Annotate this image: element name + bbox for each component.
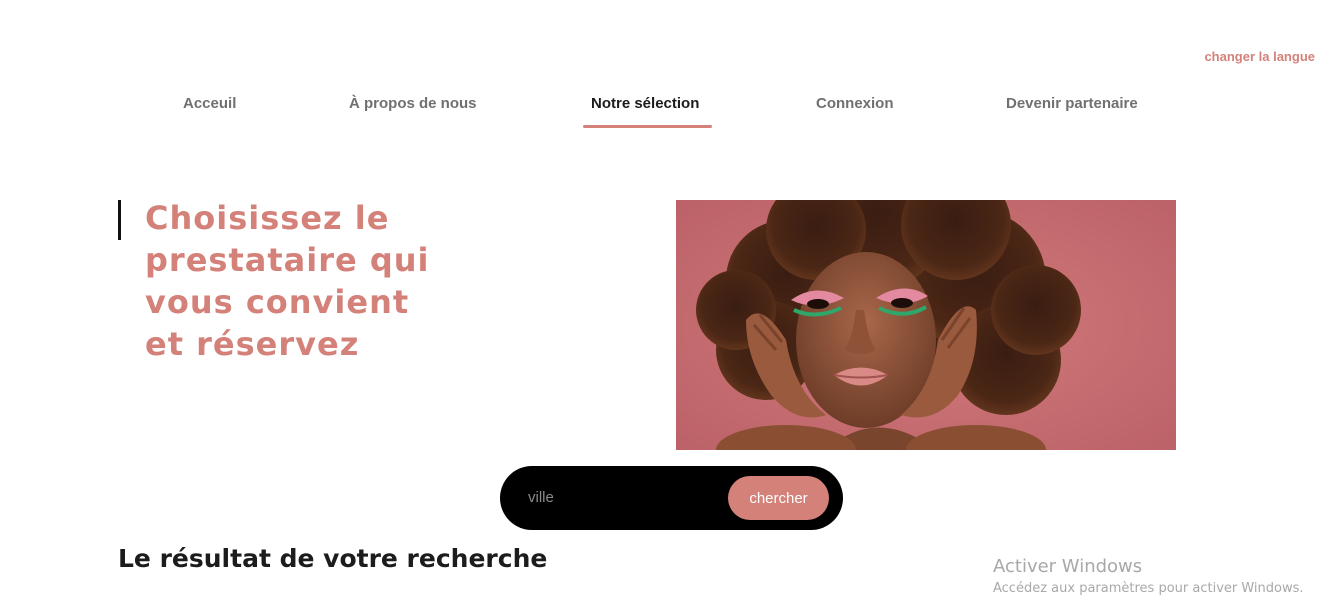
hero-accent-bar — [118, 200, 121, 240]
nav-item-selection[interactable]: Notre sélection — [591, 94, 699, 114]
nav-item-login[interactable]: Connexion — [816, 94, 894, 114]
hero-photo-illustration — [676, 200, 1176, 450]
nav-item-become-partner[interactable]: Devenir partenaire — [1006, 94, 1138, 114]
windows-activation-subtitle: Accédez aux paramètres pour activer Wind… — [993, 581, 1304, 596]
hero-photo — [676, 200, 1176, 450]
change-language-link[interactable]: changer la langue — [1204, 49, 1315, 64]
active-tab-indicator — [583, 125, 712, 128]
main-nav: Acceuil À propos de nous Notre sélection… — [0, 94, 1334, 130]
nav-item-about[interactable]: À propos de nous — [349, 94, 477, 114]
page: changer la langue Acceuil À propos de no… — [0, 0, 1334, 606]
city-search-input[interactable] — [522, 482, 724, 512]
hero-title: Choisissez le prestataire qui vous convi… — [145, 199, 430, 363]
search-bar: chercher — [500, 466, 843, 530]
results-title: Le résultat de votre recherche — [118, 544, 548, 573]
search-button[interactable]: chercher — [728, 476, 829, 520]
windows-activation-title: Activer Windows — [993, 556, 1143, 577]
nav-item-home[interactable]: Acceuil — [183, 94, 236, 114]
